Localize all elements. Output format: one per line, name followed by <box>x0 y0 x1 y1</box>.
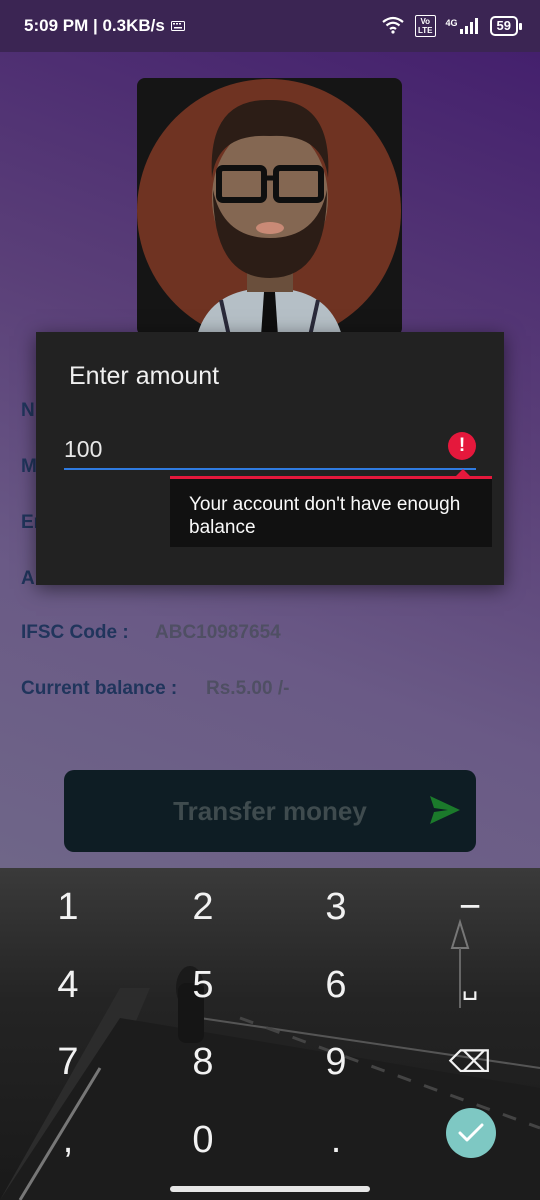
battery-icon: 59 <box>489 16 523 36</box>
amount-input[interactable] <box>64 430 476 470</box>
profile-label-name: N <box>21 400 35 421</box>
key-4[interactable]: 4 <box>8 950 128 1020</box>
send-arrow-icon <box>430 796 460 831</box>
dialog-title: Enter amount <box>69 362 220 390</box>
key-5[interactable]: 5 <box>143 950 263 1020</box>
volte-icon: Vo LTE <box>415 15 436 37</box>
key-comma[interactable]: , <box>8 1105 128 1175</box>
error-icon: ! <box>448 432 476 460</box>
key-0[interactable]: 0 <box>143 1105 263 1175</box>
profile-label-mobile: M <box>21 456 37 477</box>
key-2[interactable]: 2 <box>143 872 263 942</box>
status-bar: 5:09 PM | 0.3KB/s Vo LTE 4G 59 <box>0 0 540 52</box>
signal-icon: 4G <box>446 18 480 34</box>
tooltip-notch <box>456 469 470 476</box>
network-type: 4G <box>445 18 458 28</box>
key-space[interactable]: ␣ <box>410 950 530 1020</box>
key-8[interactable]: 8 <box>143 1027 263 1097</box>
enter-amount-dialog: Enter amount ! CANCEL SEND <box>36 332 504 585</box>
key-1[interactable]: 1 <box>8 872 128 942</box>
key-period[interactable]: . <box>276 1105 396 1175</box>
status-time-speed: 5:09 PM | 0.3KB/s <box>24 16 165 35</box>
current-balance-value: Rs.5.00 /- <box>206 678 290 699</box>
ifsc-value: ABC10987654 <box>155 622 281 643</box>
wifi-icon <box>381 16 405 37</box>
backspace-key[interactable]: ⌫ <box>410 1027 530 1097</box>
current-balance-label: Current balance : <box>21 678 178 699</box>
ifsc-label: IFSC Code : <box>21 622 129 643</box>
transfer-money-button[interactable]: Transfer money <box>64 770 476 852</box>
home-indicator[interactable] <box>170 1186 370 1192</box>
key-9[interactable]: 9 <box>276 1027 396 1097</box>
error-tooltip: Your account don't have enough balance <box>170 469 492 547</box>
key-6[interactable]: 6 <box>276 950 396 1020</box>
key-7[interactable]: 7 <box>8 1027 128 1097</box>
confirm-key[interactable] <box>446 1108 496 1158</box>
error-message: Your account don't have enough balance <box>189 494 461 538</box>
profile-label-account: A <box>21 568 35 589</box>
key-minus[interactable]: − <box>410 872 530 942</box>
key-3[interactable]: 3 <box>276 872 396 942</box>
transfer-money-label: Transfer money <box>173 795 367 826</box>
avatar <box>137 78 402 336</box>
check-icon <box>458 1123 484 1142</box>
keyboard-indicator-icon <box>170 16 185 36</box>
